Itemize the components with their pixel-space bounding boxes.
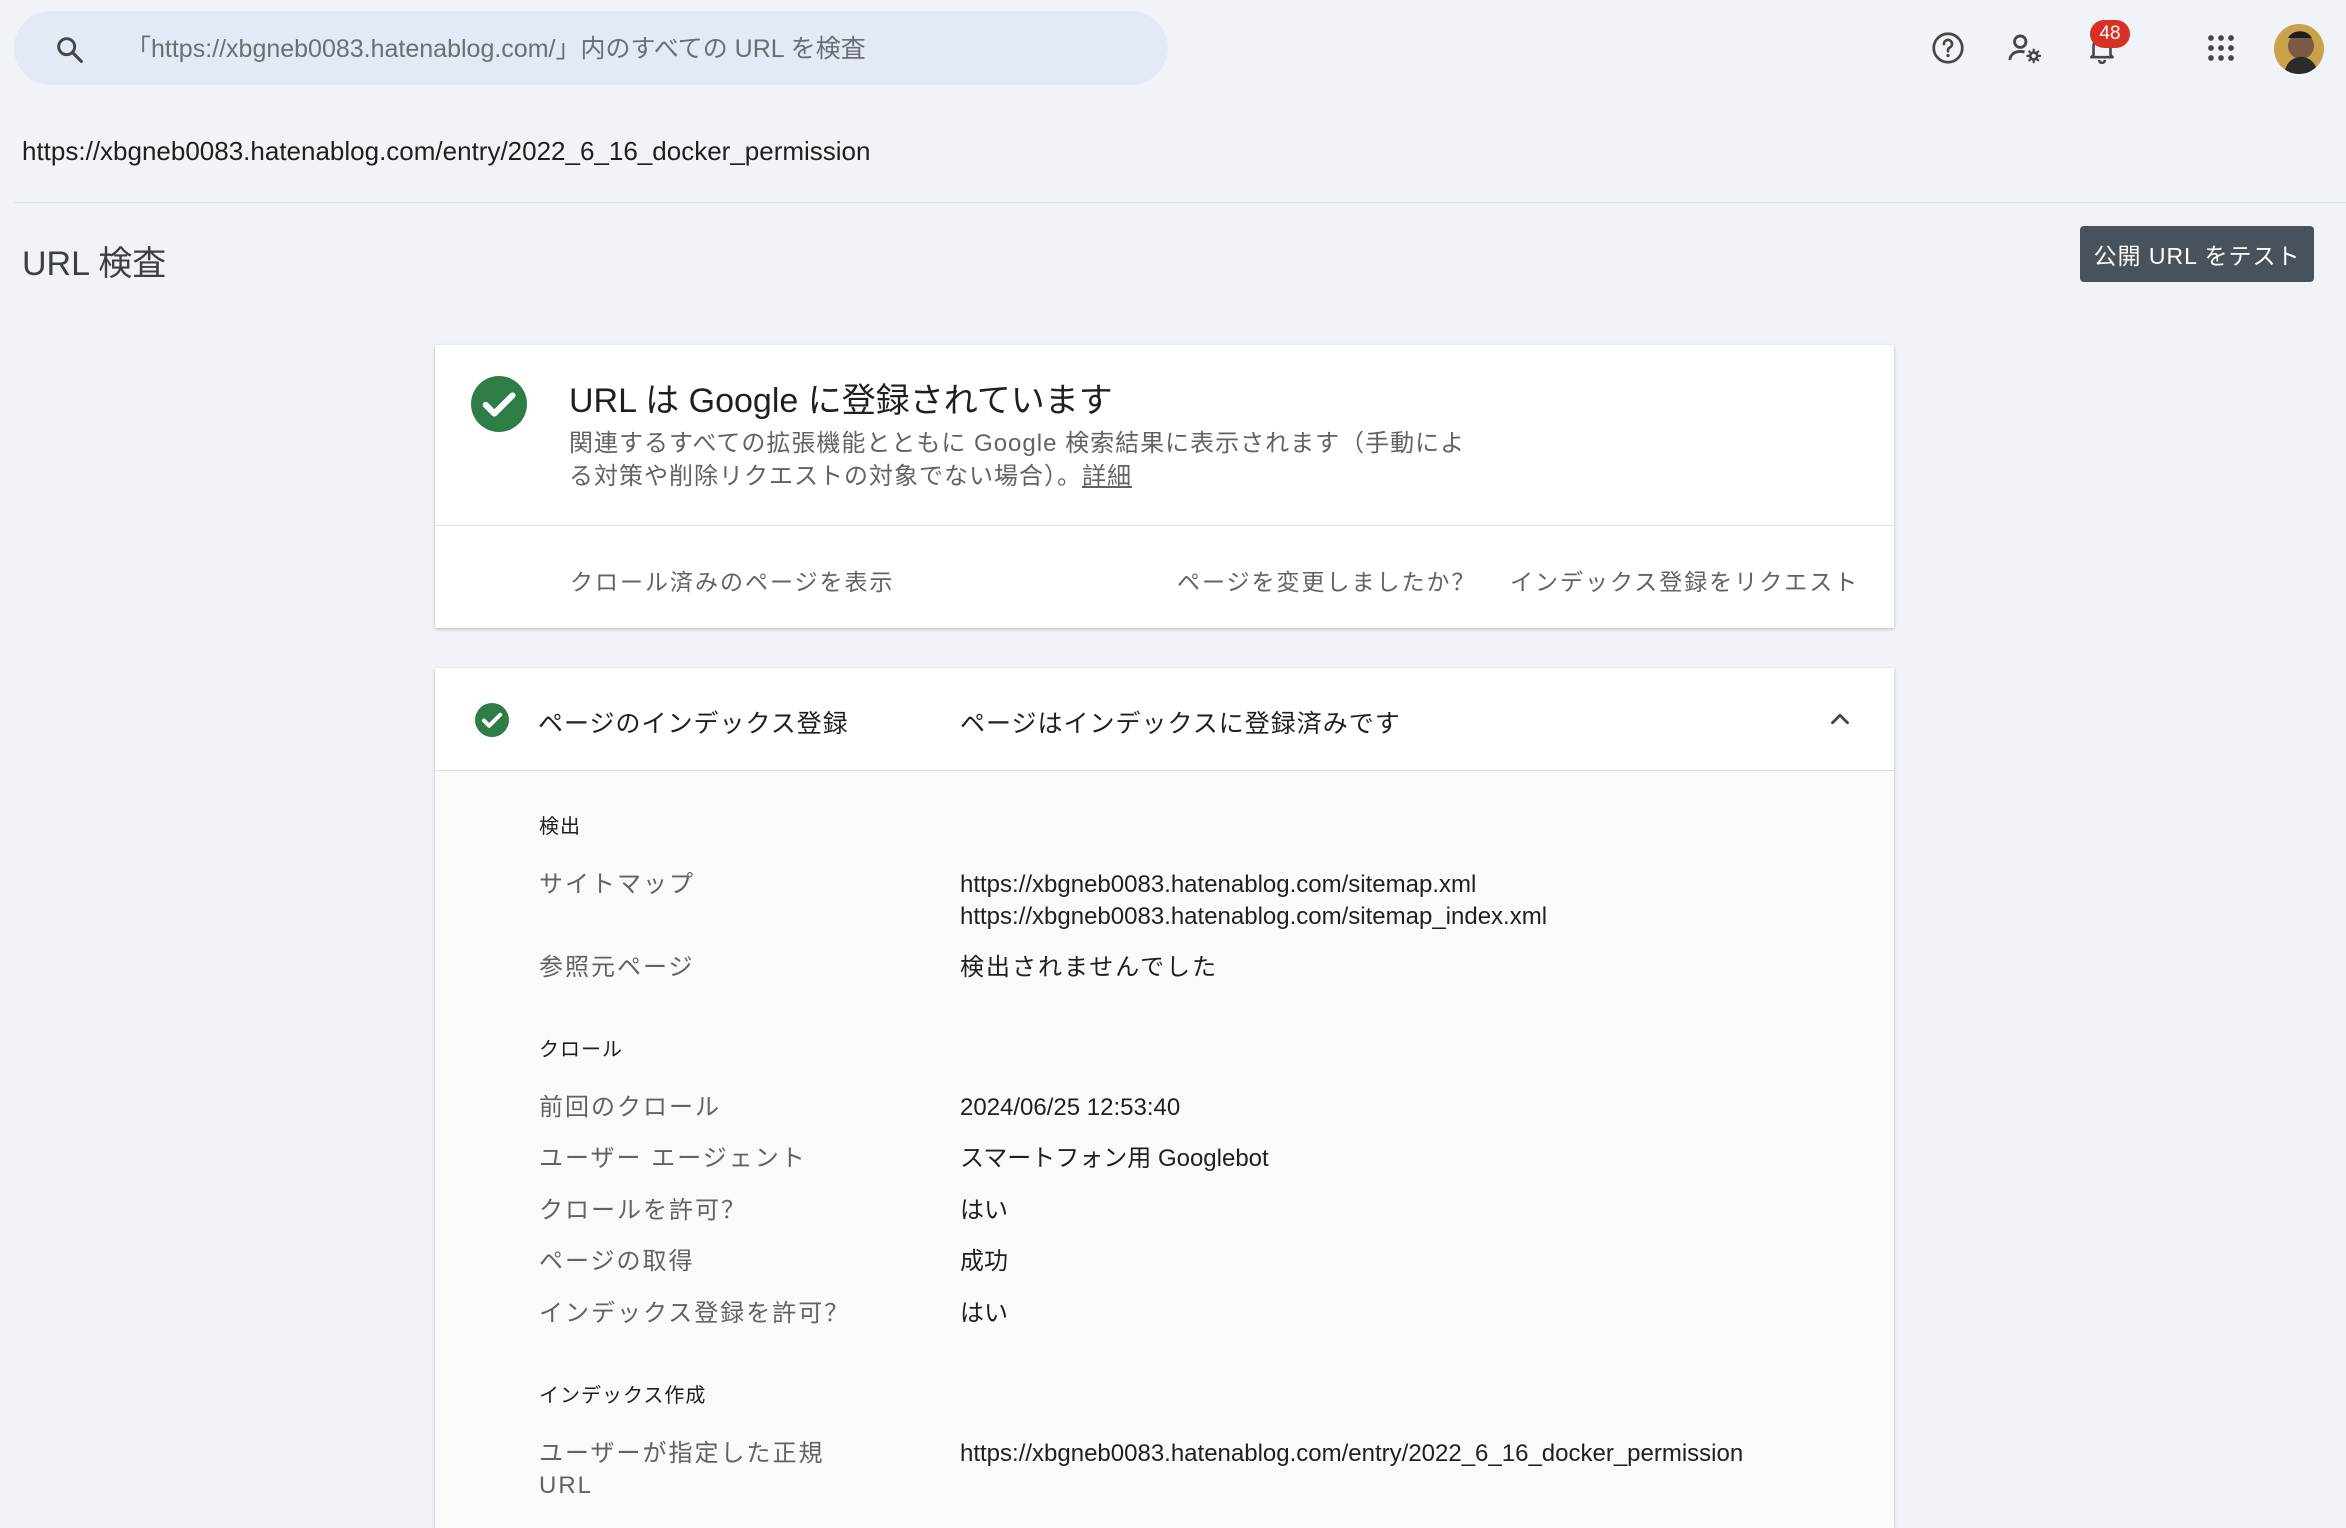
indexing-allowed-label: インデックス登録を許可？ [539,1300,851,1327]
help-icon[interactable] [1926,26,1970,70]
sitemap-value-1[interactable]: https://xbgneb0083.hatenablog.com/sitema… [960,869,1476,901]
header-divider [14,202,2346,203]
page-indexing-card: ページのインデックス登録 ページはインデックスに登録済みです 検出 サイトマップ… [435,668,1894,1528]
last-crawl-label: 前回のクロール [539,1094,721,1121]
user-agent-value: スマートフォン用 Googlebot [960,1145,1269,1172]
last-crawl-value: 2024/06/25 12:53:40 [960,1094,1181,1121]
search-icon[interactable] [54,34,86,66]
notification-count-badge: 48 [2090,20,2130,48]
details-link[interactable]: 詳細 [1082,463,1132,490]
request-indexing-button[interactable]: インデックス登録をリクエスト [1510,563,1859,597]
page-changed-text: ページを変更しましたか？ [1177,569,1477,595]
user-canonical-label: ユーザーが指定した正規 URL [539,1438,825,1502]
search-bar[interactable] [14,11,1168,85]
user-canonical-label-line1: ユーザーが指定した正規 [539,1440,825,1467]
test-live-url-button[interactable]: 公開 URL をテスト [2080,226,2314,282]
card-divider [435,525,1894,526]
index-status-card: URL は Google に登録されています 関連するすべての拡張機能とともに … [435,345,1894,628]
view-crawled-page-button[interactable]: クロール済みのページを表示 [570,563,895,597]
page-title: URL 検査 [22,245,167,283]
referring-page-value: 検出されませんでした [960,954,1219,981]
referring-page-label: 参照元ページ [539,954,695,981]
status-description-text: 関連するすべての拡張機能とともに Google 検索結果に表示されます（手動によ… [569,430,1466,490]
crawl-allowed-value: はい [960,1197,1008,1224]
check-circle-icon [475,703,509,737]
page-indexing-status: ページはインデックスに登録済みです [960,710,1401,738]
crawl-heading: クロール [539,1039,623,1061]
indexing-allowed-value: はい [960,1300,1008,1327]
discovery-heading: 検出 [539,816,581,838]
crawl-allowed-label: クロールを許可？ [539,1197,747,1224]
search-input[interactable] [124,21,1148,77]
page-indexing-label: ページのインデックス登録 [538,710,849,738]
manage-users-icon[interactable] [2003,26,2047,70]
sitemap-label: サイトマップ [539,871,695,898]
page-indexing-header[interactable]: ページのインデックス登録 ページはインデックスに登録済みです [435,668,1894,771]
indexing-heading: インデックス作成 [539,1385,707,1407]
status-title: URL は Google に登録されています [569,382,1113,420]
apps-grid-icon[interactable] [2199,26,2243,70]
page-fetch-label: ページの取得 [539,1248,695,1275]
status-description: 関連するすべての拡張機能とともに Google 検索結果に表示されます（手動によ… [569,427,1489,493]
user-canonical-label-line2: URL [539,1472,594,1499]
top-bar: 48 [0,0,2346,98]
inspected-url: https://xbgneb0083.hatenablog.com/entry/… [22,136,871,166]
user-agent-label: ユーザー エージェント [539,1145,807,1172]
sitemap-value-2[interactable]: https://xbgneb0083.hatenablog.com/sitema… [960,901,1547,933]
chevron-up-icon[interactable] [1825,704,1855,734]
account-avatar[interactable] [2274,24,2324,74]
check-circle-icon [471,376,527,432]
user-canonical-value[interactable]: https://xbgneb0083.hatenablog.com/entry/… [960,1438,1743,1470]
page-fetch-value: 成功 [960,1248,1008,1275]
